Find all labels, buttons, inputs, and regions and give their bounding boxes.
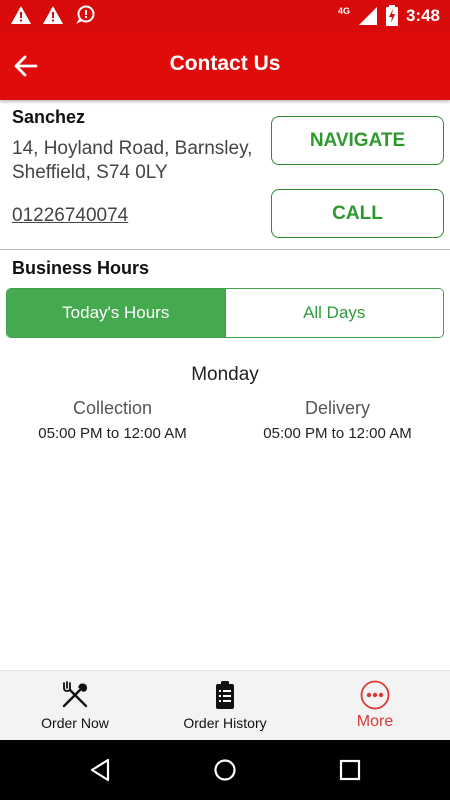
notification-icons [10, 5, 96, 25]
business-hours-heading: Business Hours [12, 258, 150, 278]
warning-icon [43, 6, 63, 24]
signal-icon [358, 6, 377, 25]
navigate-button[interactable]: NAVIGATE [271, 116, 444, 165]
clipboard-icon [216, 681, 234, 709]
recents-square-icon[interactable] [338, 758, 362, 782]
system-navigation-bar [0, 740, 450, 800]
nav-label-more: More [356, 713, 394, 730]
battery-charging-icon [385, 5, 398, 26]
nav-order-now[interactable]: Order Now [0, 671, 150, 740]
address-line-2: Sheffield, S74 0LY [12, 162, 168, 183]
collection-label: Collection [72, 398, 153, 418]
page-title: Contact Us [169, 52, 281, 75]
delivery-time: 05:00 PM to 12:00 AM [263, 425, 412, 442]
app-bar: Contact Us [0, 32, 450, 100]
address-line-1: 14, Hoyland Road, Barnsley, [12, 138, 253, 159]
collection-hours: Collection 05:00 PM to 12:00 AM [0, 398, 225, 442]
call-button[interactable]: CALL [271, 189, 444, 238]
status-bar: 4G 3:48 [0, 0, 450, 32]
delivery-hours: Delivery 05:00 PM to 12:00 AM [225, 398, 450, 442]
back-triangle-icon[interactable] [88, 758, 112, 782]
more-dots-icon [360, 680, 390, 710]
nav-label-order-now: Order Now [41, 715, 109, 731]
warning-icon [11, 6, 31, 24]
nav-more[interactable]: More [300, 671, 450, 740]
nav-label-order-history: Order History [183, 715, 267, 731]
tab-todays-hours[interactable]: Today's Hours [7, 289, 225, 337]
home-circle-icon[interactable] [213, 758, 237, 782]
divider [0, 249, 450, 250]
alert-chat-icon [76, 5, 95, 24]
hours-tab-selector: Today's Hours All Days [6, 288, 444, 338]
delivery-label: Delivery [304, 398, 370, 418]
nav-order-history[interactable]: Order History [150, 671, 300, 740]
network-type: 4G [337, 5, 350, 16]
bottom-navigation: Order Now Order History More [0, 670, 450, 740]
collection-time: 05:00 PM to 12:00 AM [38, 425, 187, 442]
system-status: 4G 3:48 [338, 5, 440, 26]
phone-number-link[interactable]: 01226740074 [12, 205, 128, 227]
day-label: Monday [191, 364, 259, 385]
store-name: Sanchez [12, 107, 86, 127]
fork-knife-icon [62, 681, 88, 708]
tab-all-days[interactable]: All Days [224, 289, 443, 337]
clock: 3:48 [405, 5, 440, 25]
